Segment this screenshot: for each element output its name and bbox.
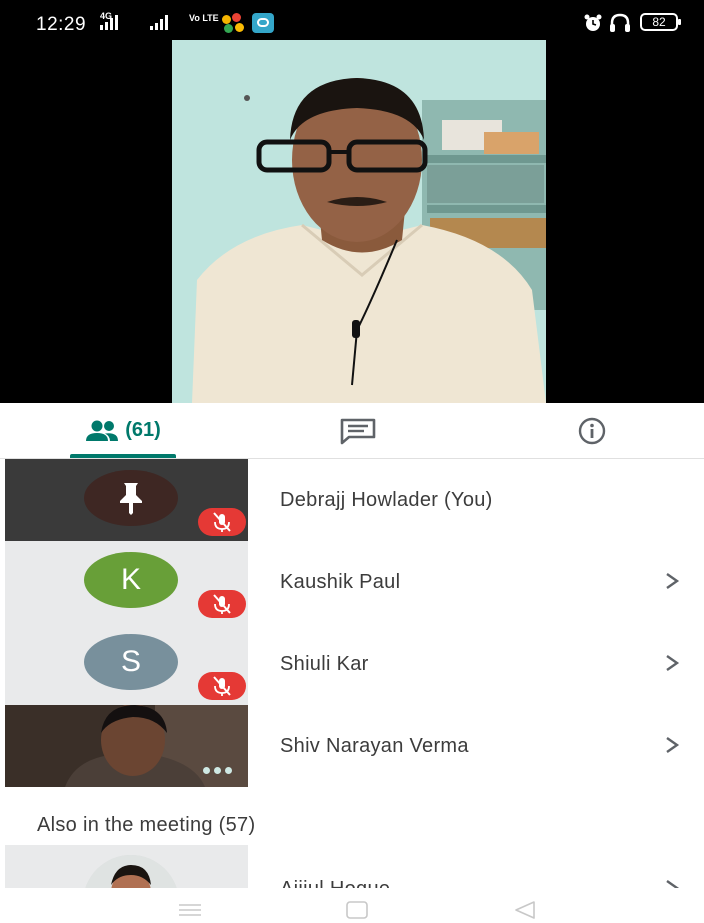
people-count: (61)	[125, 419, 161, 441]
chevron-right-icon[interactable]	[664, 736, 680, 754]
alarm-icon	[584, 14, 602, 31]
chevron-right-icon[interactable]	[664, 572, 680, 590]
participant-row[interactable]: Shiv Narayan Verma	[0, 705, 704, 787]
participant-row-self[interactable]: Debrajj Howlader (You)	[0, 459, 704, 541]
mic-off-icon	[213, 676, 231, 696]
avatar	[83, 855, 179, 888]
avatar: K	[84, 552, 178, 608]
participant-name: Shiuli Kar	[280, 653, 369, 675]
mic-off-badge	[198, 672, 246, 700]
chat-icon	[340, 418, 376, 444]
more-dots-icon	[203, 767, 232, 774]
speaker-video-frame	[172, 40, 546, 403]
menu-nav-icon[interactable]	[177, 902, 203, 918]
avatar: S	[84, 634, 178, 690]
participant-thumbnail	[5, 845, 248, 888]
avatar-photo	[83, 855, 179, 888]
signal-strength-icon-2	[150, 14, 168, 30]
tab-people[interactable]: (61)	[65, 403, 181, 458]
mic-off-icon	[213, 512, 231, 532]
active-tab-indicator	[70, 454, 176, 458]
headset-icon	[610, 13, 630, 32]
volte-label: Vo LTE	[189, 13, 219, 23]
participant-thumbnail: S	[5, 623, 248, 705]
mic-off-icon	[213, 594, 231, 614]
participant-row[interactable]: K Kaushik Paul	[0, 541, 704, 623]
meeting-tabs: (61)	[0, 403, 704, 459]
chevron-right-icon[interactable]	[664, 654, 680, 672]
participant-row[interactable]: S Shiuli Kar	[0, 623, 704, 705]
participant-name: Kaushik Paul	[280, 571, 401, 593]
home-nav-icon[interactable]	[345, 900, 369, 920]
also-in-meeting-heading: Also in the meeting (57)	[37, 814, 256, 836]
participant-name: Debrajj Howlader (You)	[280, 489, 493, 511]
participant-video-thumbnail	[5, 705, 248, 787]
battery-indicator: 82	[640, 13, 681, 31]
avatar	[84, 470, 178, 526]
system-navigation-bar	[0, 888, 704, 923]
tab-chat[interactable]	[318, 403, 398, 458]
participant-name: Shiv Narayan Verma	[280, 735, 469, 757]
participant-video-image	[5, 705, 248, 787]
participant-row[interactable]: Aijiul Hoque	[0, 845, 704, 888]
back-nav-icon[interactable]	[512, 899, 538, 921]
signal-strength-icon	[100, 14, 118, 30]
participant-name: Aijiul Hoque	[280, 845, 390, 888]
mic-off-badge	[198, 508, 246, 536]
info-icon	[578, 417, 606, 444]
pin-icon	[120, 483, 142, 515]
speaker-video-image	[172, 40, 546, 403]
status-bar: 12:29 4G Vo LTE 82	[0, 0, 704, 44]
tab-info[interactable]	[552, 403, 632, 458]
mic-off-badge	[198, 590, 246, 618]
participant-thumbnail	[5, 459, 248, 541]
participant-thumbnail: K	[5, 541, 248, 623]
people-icon	[86, 420, 119, 441]
clock: 12:29	[36, 14, 87, 35]
app-notification-icon	[222, 13, 248, 33]
chevron-right-icon[interactable]	[664, 879, 680, 888]
main-video[interactable]: 12:29 4G Vo LTE 82	[0, 0, 704, 403]
chat-app-notification-icon	[252, 13, 274, 33]
